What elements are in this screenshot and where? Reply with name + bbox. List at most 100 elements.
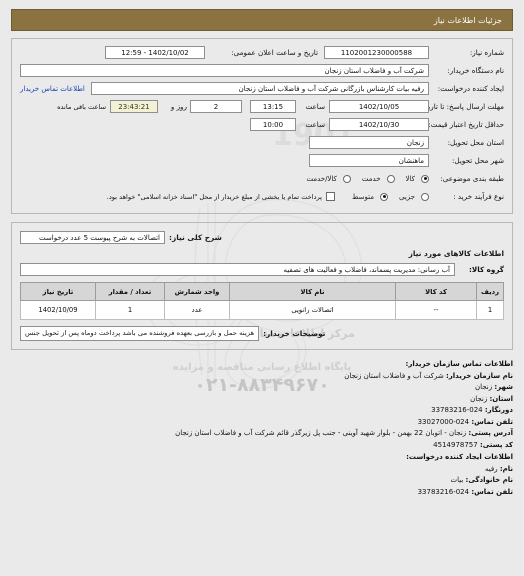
delivery-province-row: استان محل تحویل: زنجان [20,135,504,150]
cell-name: اتصالات رانویی [229,300,396,320]
price-validity-date: 1402/10/30 [329,118,429,131]
requester-phone-row: تلفن تماس: 33783216-024 [11,487,513,499]
need-number-label: شماره نیاز: [469,48,504,57]
contact-section-title: اطلاعات تماس سازمان خریدار: [405,360,513,368]
delivery-province-label: استان محل تحویل: [447,138,504,147]
category-radio-group: کالا خدمت کالا/خدمت [299,174,429,183]
hour-label-2: ساعت [305,120,325,129]
buyer-org-label: نام دستگاه خریدار: [447,66,504,75]
phone-row: تلفن تماس: 33027000-024 [11,417,513,429]
remaining-days-label: روز و [170,102,187,111]
process-label: نوع فرآیند خرید : [453,192,504,201]
city-value: زنجان [474,383,493,391]
address-value: زنجان - اتوبان 22 بهمن - بلوار شهید آوین… [175,429,467,437]
fax-row: دورنگار: 33783216-024 [11,405,513,417]
category-label: طبقه بندی موضوعی: [440,174,504,183]
org-name-row: نام سازمان خریدار: شرکت آب و فاضلاب استا… [11,371,513,383]
buyer-notes-label: توضیحات خریدار: [263,329,326,338]
col-need-date: تاریخ نیاز [20,282,96,301]
fax-value: 33783216-024 [431,406,483,414]
need-desc-panel: شرح کلی نیاز: اتصالات به شرح پیوست 5 عدد… [11,222,513,350]
province-value: زنجان [470,394,488,403]
radio-process-motavaset-label: متوسط [352,192,375,201]
col-row-no: ردیف [476,282,504,301]
page-title-text: جزئیات اطلاعات نیاز [433,15,502,25]
countdown-label: ساعت باقی مانده [57,102,106,111]
first-name-value: رفیه [484,464,498,473]
category-row: طبقه بندی موضوعی: کالا خدمت کالا/خدمت [20,171,504,186]
radio-category-kala-label: کالا [405,174,415,183]
treasury-note: پرداخت تمام یا بخشی از مبلغ خریدار از مح… [106,192,323,201]
goods-info-heading: اطلاعات کالاهای مورد نیاز [408,249,504,258]
radio-category-kala-khedmat-label: کالا/خدمت [306,174,337,183]
radio-category-kala-khedmat[interactable] [342,174,351,183]
org-name-value: شرکت آب و فاضلاب استان زنجان [344,371,444,380]
remaining-days-value: 2 [190,100,242,113]
need-info-panel: شماره نیاز: 1102001230000588 تاریخ و ساع… [11,38,513,214]
goods-group-label: گروه کالا: [469,265,504,274]
need-number-row: شماره نیاز: 1102001230000588 تاریخ و ساع… [20,45,504,60]
cell-unit: عدد [164,300,230,320]
goods-group-value: آب رسانی: مدیریت پسماند، فاضلاب و فعالیت… [20,263,455,276]
first-name-row: نام: رفیه [11,464,513,476]
buyer-org-value: شرکت آب و فاضلاب استان زنجان [20,64,429,77]
delivery-city-row: شهر محل تحویل: ماهنشان [20,153,504,168]
requester-row: ایجاد کننده درخواست: رفیه بیات کارشناس ب… [20,81,504,96]
col-qty: تعداد / مقدار [95,282,165,301]
radio-process-jozi[interactable] [421,192,429,201]
col-code: کد کالا [395,282,477,301]
page-root: 1901 ParsNamadData مرکز اطلاعات مناقصات … [0,0,524,576]
delivery-city-label: شهر محل تحویل: [451,156,504,165]
delivery-province-value: زنجان [309,136,429,149]
response-deadline-date: 1402/10/05 [329,100,429,113]
first-name-label: نام: [499,464,513,473]
summary-row: شرح کلی نیاز: اتصالات به شرح پیوست 5 عدد… [20,231,504,244]
cell-code: -- [395,300,477,320]
countdown-timer: 23:43:21 [110,100,158,113]
announce-datetime-value: 1402/10/02 - 12:59 [105,46,205,59]
province-row: استان: زنجان [11,394,513,406]
treasury-checkbox[interactable] [326,192,336,201]
address-label: آدرس پستی: [468,429,513,437]
postal-code-value: 4514978757 [433,440,478,449]
requester-label: ایجاد کننده درخواست: [437,84,504,93]
table-row: 1 -- اتصالات رانویی عدد 1 1402/10/09 [20,300,504,320]
response-deadline-label: مهلت ارسال پاسخ: تا تاریخ: [421,102,504,111]
postal-code-row: کد پستی: 4514978757 [11,440,513,452]
org-name-label: نام سازمان خریدار: [445,371,513,380]
last-name-row: نام خانوادگی: بیات [11,475,514,487]
phone-value: 33027000-024 [417,417,470,426]
buyer-org-row: نام دستگاه خریدار: شرکت آب و فاضلاب استا… [20,63,504,78]
radio-category-kala[interactable] [421,174,429,183]
city-label: شهر: [494,383,513,391]
buyer-notes-row: توضیحات خریدار: هزینه حمل و بازرسی بعهده… [20,326,504,341]
summary-value: اتصالات به شرح پیوست 5 عدد درخواست [20,231,165,244]
announce-datetime-label: تاریخ و ساعت اعلان عمومی: [231,48,318,57]
hour-label-1: ساعت [305,102,325,111]
response-deadline-row: مهلت ارسال پاسخ: تا تاریخ: 1402/10/05 سا… [20,99,504,114]
province-label: استان: [489,394,513,403]
buyer-contact-link[interactable]: اطلاعات تماس خریدار [20,85,91,93]
cell-row-no: 1 [476,300,504,320]
col-name: نام کالا [229,282,396,301]
price-validity-row: حداقل تاریخ اعتبار قیمت: تا تاریخ: 1402/… [20,117,504,132]
city-row: شهر: زنجان [11,382,513,394]
radio-category-khedmat-label: خدمت [361,174,381,183]
requester-value: رفیه بیات کارشناس بازرگانی شرکت آب و فاض… [90,82,429,95]
goods-group-row: گروه کالا: آب رسانی: مدیریت پسماند، فاضل… [20,262,504,277]
col-unit: واحد شمارش [164,282,230,301]
process-radio-group: جزیی متوسط [345,192,429,201]
postal-code-label: کد پستی: [479,440,513,449]
radio-category-khedmat[interactable] [386,174,395,183]
requester-phone-label: تلفن تماس: [471,487,513,496]
requester-section-title: اطلاعات ایجاد کننده درخواست: [406,453,513,461]
radio-process-jozi-label: جزیی [399,192,415,201]
price-validity-label: حداقل تاریخ اعتبار قیمت: تا تاریخ: [402,120,504,129]
cell-need-date: 1402/10/09 [20,300,96,320]
delivery-city-value: ماهنشان [309,154,429,167]
contact-footer: اطلاعات تماس سازمان خریدار: نام سازمان خ… [11,359,513,498]
buyer-notes-value: هزینه حمل و بازرسی بعهده فروشنده می باشد… [20,326,260,341]
cell-qty: 1 [95,300,165,320]
address-row: آدرس پستی: زنجان - اتوبان 22 بهمن - بلوا… [11,428,513,440]
radio-process-motavaset[interactable] [380,192,389,201]
